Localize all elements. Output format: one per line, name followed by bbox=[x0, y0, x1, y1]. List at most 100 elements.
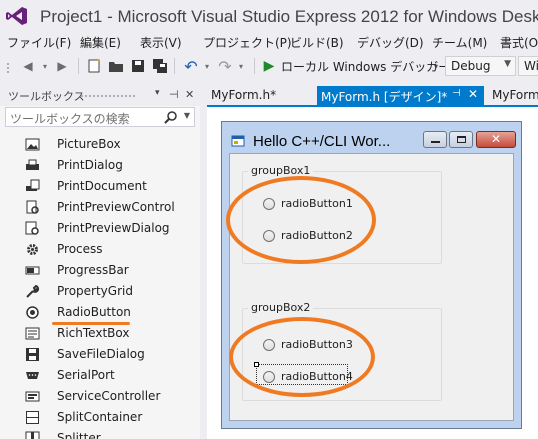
undo-dropdown-icon[interactable]: ▾ bbox=[202, 57, 212, 75]
tab-myform-h[interactable]: MyForm.h* bbox=[207, 86, 315, 105]
toolbox-item-splitter[interactable]: Splitter bbox=[0, 428, 200, 439]
annotation-underline bbox=[52, 322, 130, 325]
back-dropdown-icon[interactable]: ▾ bbox=[40, 57, 50, 75]
toolbox-item-printpreviewcontrol[interactable]: PrintPreviewControl bbox=[0, 197, 200, 218]
chevron-down-icon: ▼ bbox=[504, 59, 511, 69]
print-preview-icon bbox=[26, 200, 39, 214]
toolbox-item-picturebox[interactable]: PictureBox bbox=[0, 134, 200, 155]
toolbox-item-label: RichTextBox bbox=[57, 326, 130, 340]
toolbar-grip bbox=[6, 62, 10, 74]
close-icon[interactable]: ✕ bbox=[468, 87, 478, 101]
printer-icon bbox=[26, 159, 39, 170]
redo-icon[interactable]: ↷ bbox=[216, 57, 234, 76]
radio-label: radioButton1 bbox=[281, 197, 353, 210]
toolbox-item-progressbar[interactable]: ProgressBar bbox=[0, 260, 200, 281]
back-icon[interactable]: ◀ bbox=[20, 57, 36, 75]
radio-circle bbox=[263, 230, 275, 242]
menu-edit[interactable]: 編集(E) bbox=[80, 34, 121, 51]
toolbox-item-label: SaveFileDialog bbox=[57, 347, 145, 361]
close-icon[interactable]: ✕ bbox=[185, 88, 194, 101]
radio-label: radioButton3 bbox=[281, 338, 353, 351]
window-position-icon[interactable]: ▾ bbox=[155, 88, 160, 98]
toolbox-item-radiobutton[interactable]: RadioButton bbox=[0, 302, 200, 323]
groupbox-2[interactable]: groupBox2 radioButton3 radioButton4 bbox=[242, 301, 442, 401]
picturebox-icon bbox=[25, 138, 40, 151]
tab-myform-h-2[interactable]: MyForm.h bbox=[488, 86, 538, 105]
tab-myform-design[interactable]: MyForm.h [デザイン]* ⊣ ✕ bbox=[317, 86, 484, 105]
new-project-icon[interactable] bbox=[86, 57, 102, 75]
toolbox-item-label: PrintPreviewControl bbox=[57, 200, 175, 214]
toolbox-item-servicecontroller[interactable]: ServiceController bbox=[0, 386, 200, 407]
pin-icon[interactable]: ⊣ bbox=[452, 88, 461, 99]
menu-project[interactable]: プロジェクト(P) bbox=[203, 34, 292, 51]
toolbox-item-label: RadioButton bbox=[57, 305, 131, 319]
run-target-label[interactable]: ローカル Windows デバッガー bbox=[281, 57, 450, 75]
toolbox-item-printdialog[interactable]: PrintDialog bbox=[0, 155, 200, 176]
toolbox-item-propertygrid[interactable]: PropertyGrid bbox=[0, 281, 200, 302]
configuration-dropdown[interactable]: Debug ▼ bbox=[445, 56, 516, 76]
forward-icon[interactable]: ▶ bbox=[54, 57, 70, 75]
window-title: Project1 - Microsoft Visual Studio Expre… bbox=[40, 7, 538, 26]
radio-circle bbox=[263, 339, 275, 351]
save-icon[interactable] bbox=[130, 57, 146, 75]
undo-icon[interactable]: ↶ bbox=[182, 57, 200, 76]
tab-label: MyForm.h* bbox=[211, 88, 277, 102]
serial-port-icon bbox=[26, 372, 39, 379]
toolbar-separator bbox=[174, 58, 175, 74]
groupbox-label: groupBox2 bbox=[248, 301, 314, 314]
toolbox-panel: ツールボックス ▾ ⊣ ✕ ツールボックスの検索 ▼ PictureBox Pr… bbox=[0, 84, 200, 439]
rich-text-icon bbox=[25, 327, 40, 340]
toolbox-item-savefiledialog[interactable]: SaveFileDialog bbox=[0, 344, 200, 365]
toolbox-search-input[interactable]: ツールボックスの検索 ▼ bbox=[5, 107, 195, 127]
toolbox-item-serialport[interactable]: SerialPort bbox=[0, 365, 200, 386]
toolbox-item-printdocument[interactable]: PrintDocument bbox=[0, 176, 200, 197]
groupbox-label: groupBox1 bbox=[248, 164, 314, 177]
pin-icon[interactable]: ⊣ bbox=[169, 88, 179, 101]
panel-splitter[interactable] bbox=[200, 84, 207, 439]
platform-value: Win bbox=[524, 59, 538, 73]
form-title: Hello C++/CLI Wor... bbox=[253, 133, 391, 150]
close-button[interactable]: ✕ bbox=[476, 131, 516, 148]
toolbox-item-label: ProgressBar bbox=[57, 263, 129, 277]
toolbox-item-label: PropertyGrid bbox=[57, 284, 133, 298]
menu-debug[interactable]: デバッグ(D) bbox=[357, 34, 424, 51]
panel-grip bbox=[80, 94, 135, 98]
document-tabs: MyForm.h* MyForm.h [デザイン]* ⊣ ✕ MyForm.h bbox=[207, 86, 538, 105]
search-options-icon[interactable]: ▼ bbox=[184, 111, 190, 120]
platform-dropdown[interactable]: Win bbox=[518, 56, 538, 76]
wrench-icon bbox=[26, 284, 40, 298]
search-icon[interactable] bbox=[164, 110, 178, 124]
close-icon: ✕ bbox=[491, 132, 502, 146]
menu-format[interactable]: 書式(O bbox=[500, 34, 538, 51]
toolbar-separator bbox=[254, 58, 255, 74]
menu-team[interactable]: チーム(M) bbox=[432, 34, 487, 51]
tab-label: MyForm.h [デザイン]* bbox=[321, 90, 448, 104]
toolbox-item-richtextbox[interactable]: RichTextBox bbox=[0, 323, 200, 344]
maximize-button[interactable] bbox=[449, 131, 473, 148]
toolbox-item-splitcontainer[interactable]: SplitContainer bbox=[0, 407, 200, 428]
print-preview-dialog-icon bbox=[25, 221, 39, 235]
resize-handle[interactable] bbox=[254, 362, 259, 367]
toolbox-item-process[interactable]: Process bbox=[0, 239, 200, 260]
toolbox-item-printpreviewdialog[interactable]: PrintPreviewDialog bbox=[0, 218, 200, 239]
start-debugging-icon[interactable]: ▶ bbox=[262, 57, 276, 75]
configuration-value: Debug bbox=[451, 59, 491, 73]
toolbox-list: PictureBox PrintDialog PrintDocument Pri… bbox=[0, 132, 200, 439]
minimize-button[interactable] bbox=[423, 131, 447, 148]
toolbox-search-placeholder: ツールボックスの検索 bbox=[10, 112, 130, 126]
menu-file[interactable]: ファイル(F) bbox=[7, 34, 71, 51]
menu-bar: ファイル(F) 編集(E) 表示(V) プロジェクト(P) ビルド(B) デバッ… bbox=[0, 32, 538, 52]
redo-dropdown-icon[interactable]: ▾ bbox=[236, 57, 246, 75]
save-all-icon[interactable] bbox=[152, 57, 168, 75]
toolbox-item-label: ServiceController bbox=[57, 389, 161, 403]
radio-circle bbox=[263, 198, 275, 210]
toolbar-separator bbox=[78, 58, 79, 74]
radio-button-icon bbox=[26, 306, 39, 319]
menu-build[interactable]: ビルド(B) bbox=[290, 34, 344, 51]
open-file-icon[interactable] bbox=[108, 57, 124, 75]
run-target-dropdown-icon[interactable]: ▾ bbox=[431, 57, 441, 75]
groupbox-1[interactable]: groupBox1 radioButton1 radioButton2 bbox=[242, 164, 442, 264]
toolbox-title: ツールボックス bbox=[8, 90, 85, 103]
tab-label: MyForm.h bbox=[492, 88, 538, 102]
menu-view[interactable]: 表示(V) bbox=[140, 34, 182, 51]
